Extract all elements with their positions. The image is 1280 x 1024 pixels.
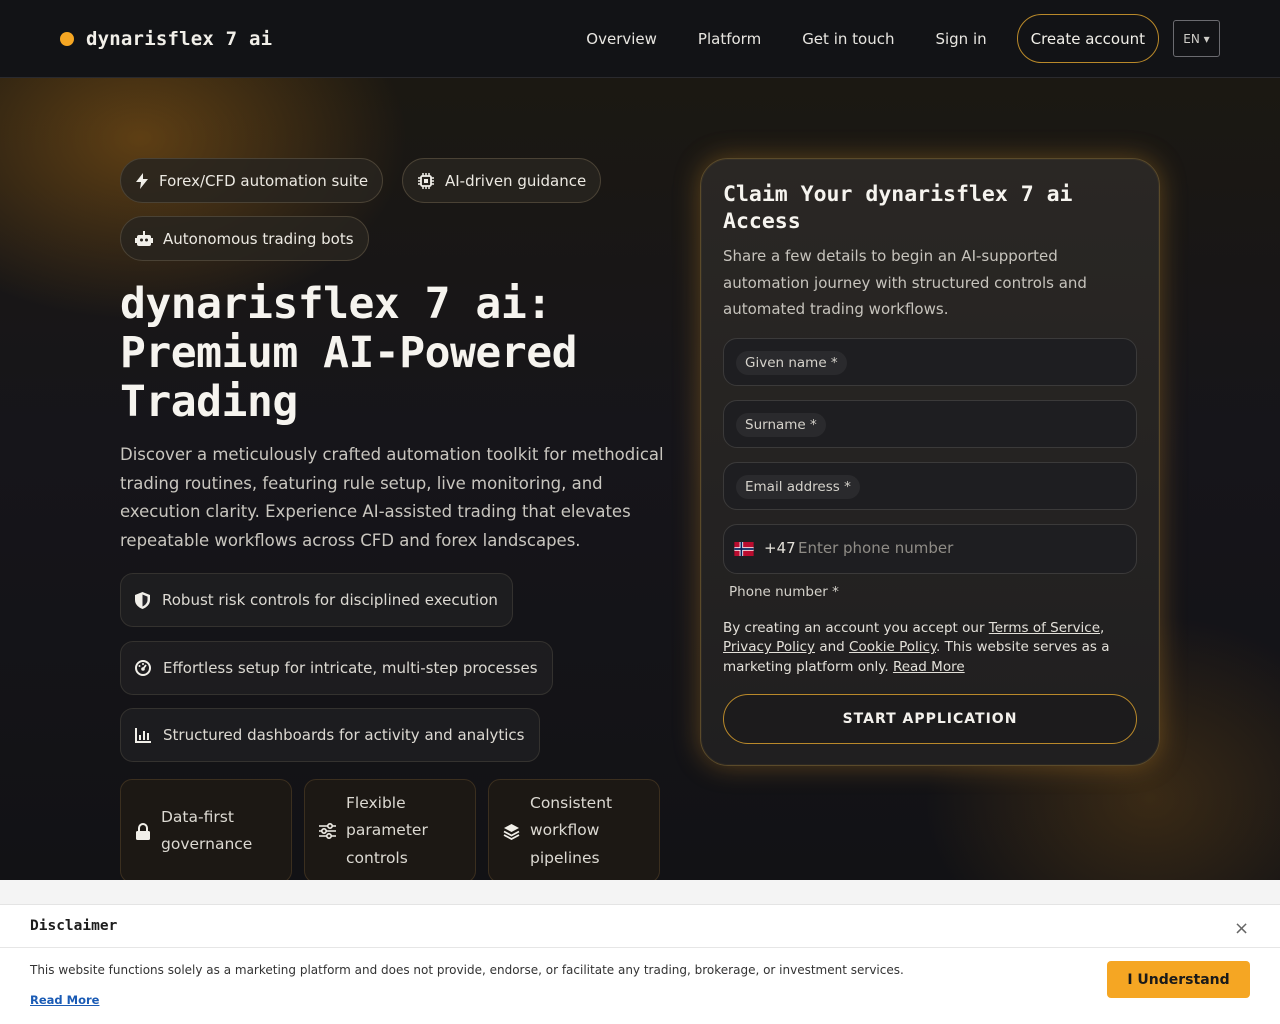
create-account-button[interactable]: Create account [1016, 14, 1159, 63]
phone-country-code[interactable]: +47 [764, 539, 796, 557]
disclaimer-separator [0, 947, 1280, 948]
tag-trading-bots: Autonomous trading bots [120, 216, 369, 261]
bar-chart-icon [135, 727, 151, 743]
feature-dashboards: Structured dashboards for activity and a… [120, 708, 540, 762]
top-navbar: dynarisflex 7 ai Overview Platform Get i… [0, 0, 1280, 78]
feature-label: Effortless setup for intricate, multi-st… [163, 659, 538, 677]
privacy-link[interactable]: Privacy Policy [723, 639, 815, 655]
phone-number-input[interactable]: Enter phone number [798, 539, 953, 557]
disclaimer-title: Disclaimer [30, 918, 118, 934]
legal-and: and [819, 639, 845, 656]
cpu-chip-icon [418, 172, 434, 189]
layers-icon [503, 823, 520, 840]
language-selector[interactable]: EN ▾ [1173, 20, 1220, 57]
card-label: Flexible parameter controls [346, 793, 428, 867]
nav-link-platform[interactable]: Platform [698, 30, 761, 48]
card-data-governance: Data-first governance [120, 779, 292, 880]
norway-flag-icon[interactable] [734, 542, 754, 556]
brand-logo[interactable]: dynarisflex 7 ai [60, 28, 272, 50]
card-label: Consistent workflow pipelines [530, 793, 613, 867]
tag-label: Forex/CFD automation suite [159, 171, 369, 190]
tag-forex-cfd: Forex/CFD automation suite [120, 158, 384, 203]
card-parameter-controls: Flexible parameter controls [304, 779, 476, 880]
hero-section: Forex/CFD automation suite AI-driven gui… [0, 78, 1280, 880]
tag-label: Autonomous trading bots [163, 229, 354, 248]
tag-label: AI-driven guidance [445, 171, 587, 190]
email-label: Email address * [736, 475, 860, 499]
email-field[interactable]: Email address * [723, 462, 1137, 510]
start-application-button[interactable]: START APPLICATION [723, 694, 1137, 744]
disclaimer-read-more-link[interactable]: Read More [30, 993, 99, 1007]
gauge-icon [135, 660, 151, 676]
nav-link-sign-in[interactable]: Sign in [935, 30, 986, 48]
form-title: Claim Your dynarisflex 7 ai Access [723, 182, 1073, 234]
given-name-field[interactable]: Given name * [723, 338, 1137, 386]
disclaimer-divider [0, 880, 1280, 905]
i-understand-button[interactable]: I Understand [1107, 961, 1250, 998]
feature-risk-controls: Robust risk controls for disciplined exe… [120, 573, 513, 627]
legal-notice: By creating an account you accept our Te… [723, 620, 1110, 675]
surname-label: Surname * [736, 413, 826, 437]
phone-field[interactable]: +47 Enter phone number [723, 524, 1137, 574]
surname-field[interactable]: Surname * [723, 400, 1137, 448]
nav-link-get-in-touch[interactable]: Get in touch [802, 30, 894, 48]
given-name-label: Given name * [736, 351, 847, 375]
feature-label: Structured dashboards for activity and a… [163, 726, 525, 744]
feature-label: Robust risk controls for disciplined exe… [162, 591, 498, 609]
brand-name: dynarisflex 7 ai [86, 28, 273, 50]
close-icon[interactable]: × [1234, 918, 1249, 939]
read-more-link[interactable]: Read More [893, 659, 965, 675]
nav-links: Overview Platform Get in touch Sign in C… [586, 14, 1220, 63]
tag-ai-guidance: AI-driven guidance [402, 158, 602, 203]
lightning-icon [136, 172, 148, 189]
hero-description: Discover a meticulously crafted automati… [120, 445, 664, 551]
robot-icon [135, 230, 153, 246]
form-subtitle: Share a few details to begin an AI-suppo… [723, 247, 1087, 318]
card-label: Data-first governance [161, 807, 253, 854]
nav-link-overview[interactable]: Overview [586, 30, 657, 48]
disclaimer-banner: Disclaimer × This website functions sole… [0, 880, 1280, 1024]
terms-link[interactable]: Terms of Service [989, 620, 1100, 636]
lock-icon [136, 822, 150, 840]
logo-dot-icon [60, 32, 74, 46]
card-workflow-pipelines: Consistent workflow pipelines [488, 779, 660, 880]
shield-icon [135, 591, 150, 609]
feature-effortless-setup: Effortless setup for intricate, multi-st… [120, 641, 553, 695]
signup-form-card: Claim Your dynarisflex 7 ai Access Share… [700, 158, 1160, 766]
hero-title: dynarisflex 7 ai: Premium AI-Powered Tra… [120, 279, 578, 427]
legal-prefix: By creating an account you accept our [723, 620, 985, 636]
sliders-icon [319, 823, 336, 839]
phone-number-label: Phone number * [729, 584, 839, 600]
cookie-link[interactable]: Cookie Policy [849, 639, 936, 655]
disclaimer-text: This website functions solely as a marke… [30, 963, 904, 977]
